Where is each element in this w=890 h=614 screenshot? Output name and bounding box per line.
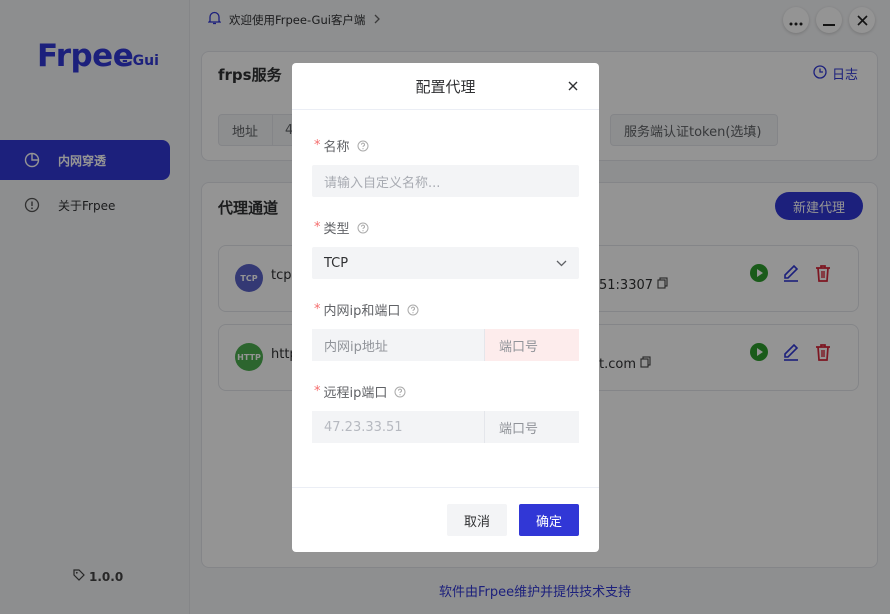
remote-port-input[interactable]: 端口号 xyxy=(484,411,579,443)
local-port-input[interactable]: 端口号 xyxy=(484,329,579,361)
name-label: * 名称 xyxy=(314,136,369,155)
dialog-divider xyxy=(292,487,599,488)
type-label-text: 类型 xyxy=(323,222,350,237)
required-mark: * xyxy=(314,302,321,317)
name-label-text: 名称 xyxy=(323,140,350,155)
local-label-text: 内网ip和端口 xyxy=(323,304,401,319)
remote-label-text: 远程ip端口 xyxy=(323,386,388,401)
local-ip-input[interactable]: 内网ip地址 xyxy=(312,329,484,361)
remote-label: * 远程ip端口 xyxy=(314,382,406,401)
dialog-header: 配置代理 xyxy=(292,63,599,110)
dialog-close-button[interactable] xyxy=(565,77,581,93)
type-select[interactable]: TCP xyxy=(312,247,579,279)
cancel-button[interactable]: 取消 xyxy=(447,504,507,536)
config-proxy-dialog: 配置代理 * 名称 请输入自定义名称... * 类型 TCP * 内网ip和端口… xyxy=(292,63,599,552)
help-icon[interactable] xyxy=(407,304,419,316)
type-select-value: TCP xyxy=(324,255,349,271)
type-label: * 类型 xyxy=(314,218,369,237)
chevron-down-icon xyxy=(556,256,567,271)
help-icon[interactable] xyxy=(357,222,369,234)
remote-ip-input[interactable]: 47.23.33.51 xyxy=(312,411,484,443)
required-mark: * xyxy=(314,220,321,235)
local-ip-port-group: 内网ip地址 端口号 xyxy=(312,329,579,361)
name-input[interactable]: 请输入自定义名称... xyxy=(312,165,579,197)
help-icon[interactable] xyxy=(357,140,369,152)
local-label: * 内网ip和端口 xyxy=(314,300,419,319)
required-mark: * xyxy=(314,138,321,153)
close-icon xyxy=(568,76,578,95)
remote-ip-port-group: 47.23.33.51 端口号 xyxy=(312,411,579,443)
dialog-title: 配置代理 xyxy=(415,78,476,96)
required-mark: * xyxy=(314,384,321,399)
help-icon[interactable] xyxy=(394,386,406,398)
confirm-button[interactable]: 确定 xyxy=(519,504,579,536)
